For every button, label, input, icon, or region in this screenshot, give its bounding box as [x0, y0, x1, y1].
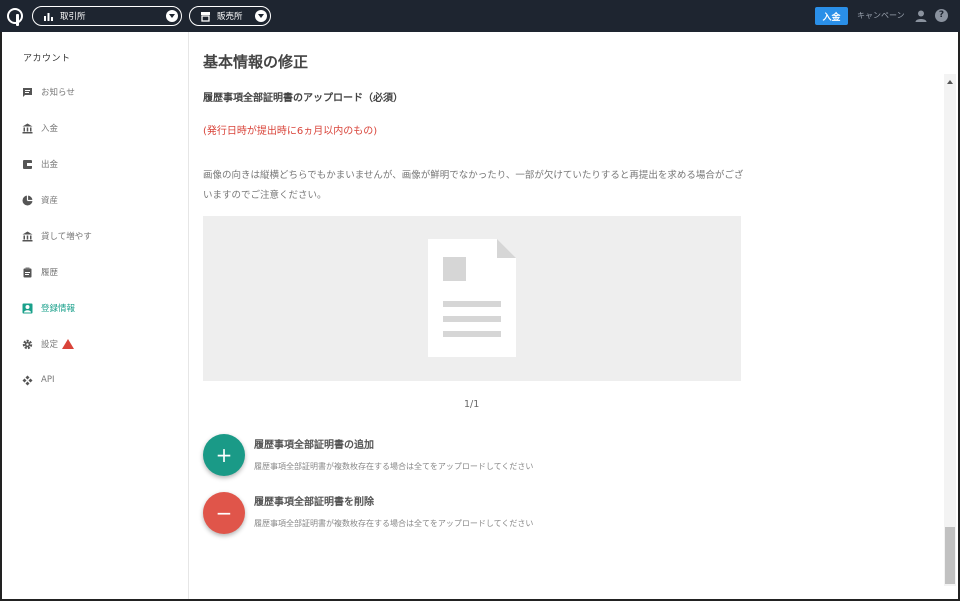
- bank-icon: [22, 123, 33, 133]
- exchange-label: 取引所: [60, 12, 86, 22]
- sidebar-item-lending[interactable]: 貸して増やす: [22, 228, 92, 244]
- validity-note: (発行日時が提出時に6ヵ月以内のもの): [203, 126, 378, 137]
- sidebar-item-label: 入金: [41, 124, 59, 134]
- gear-icon: [22, 339, 33, 349]
- sidebar-item-label: 資産: [41, 196, 59, 206]
- sidebar-item-label: API: [41, 375, 55, 385]
- remove-document-title: 履歴事項全部証明書を削除: [254, 497, 374, 508]
- campaign-link[interactable]: キャンペーン: [857, 10, 905, 21]
- shop-selector[interactable]: 販売所: [189, 6, 271, 26]
- scroll-up-icon[interactable]: [947, 80, 953, 84]
- remove-document-button[interactable]: −: [203, 492, 245, 534]
- scrollbar[interactable]: [944, 74, 956, 586]
- exchange-selector[interactable]: 取引所: [32, 6, 182, 26]
- description-text: 画像の向きは縦横どちらでもかまいませんが、画像が鮮明でなかったり、一部が欠けてい…: [203, 170, 744, 201]
- remove-document-subtitle: 履歴事項全部証明書が複数枚存在する場合は全てをアップロードしてください: [254, 519, 534, 528]
- top-bar: 取引所 販売所 入金 キャンペーン ?: [0, 0, 960, 32]
- sidebar-item-api[interactable]: API: [22, 372, 54, 388]
- sidebar-item-label: 設定: [41, 340, 59, 350]
- deposit-button[interactable]: 入金: [815, 7, 848, 25]
- document-preview[interactable]: [203, 216, 741, 381]
- warning-icon: [62, 339, 75, 349]
- account-box-icon: [22, 303, 33, 313]
- add-document-subtitle: 履歴事項全部証明書が複数枚存在する場合は全てをアップロードしてください: [254, 462, 534, 471]
- sidebar-item-withdraw[interactable]: 出金: [22, 156, 58, 172]
- user-icon[interactable]: [914, 9, 928, 23]
- main-content: 基本情報の修正 履歴事項全部証明書のアップロード（必須） (発行日時が提出時に6…: [190, 32, 958, 599]
- add-document-title: 履歴事項全部証明書の追加: [254, 440, 374, 451]
- sidebar-item-settings[interactable]: 設定: [22, 336, 75, 352]
- store-icon: [201, 11, 210, 22]
- help-icon[interactable]: ?: [935, 9, 948, 22]
- bar-chart-icon: [44, 12, 53, 21]
- clipboard-icon: [23, 267, 32, 277]
- sidebar-item-label: 登録情報: [41, 304, 76, 314]
- sidebar-item-label: お知らせ: [41, 88, 75, 98]
- sidebar-item-notices[interactable]: お知らせ: [22, 84, 75, 100]
- sidebar-item-label: 貸して増やす: [41, 232, 92, 242]
- page-title: 基本情報の修正: [203, 53, 309, 71]
- bank-icon: [22, 231, 33, 241]
- sidebar-item-history[interactable]: 履歴: [22, 264, 58, 280]
- brand-logo-icon[interactable]: [7, 8, 23, 26]
- api-icon: [22, 375, 33, 385]
- chevron-down-icon: [166, 10, 178, 22]
- sidebar-item-deposit[interactable]: 入金: [22, 120, 58, 136]
- wallet-icon: [23, 159, 32, 169]
- sidebar-item-registration[interactable]: 登録情報: [22, 300, 75, 316]
- section-title: 履歴事項全部証明書のアップロード（必須）: [203, 93, 403, 104]
- chevron-down-icon: [255, 10, 267, 22]
- sidebar-item-label: 履歴: [41, 268, 59, 278]
- sidebar-item-assets[interactable]: 資産: [22, 192, 58, 208]
- document-placeholder-icon: [428, 239, 516, 357]
- scrollbar-thumb[interactable]: [945, 527, 955, 584]
- sidebar-title: アカウント: [23, 54, 71, 64]
- add-document-button[interactable]: +: [203, 434, 245, 476]
- message-icon: [23, 87, 32, 97]
- page-count: 1/1: [464, 399, 480, 410]
- sidebar-item-label: 出金: [41, 160, 59, 170]
- pie-icon: [22, 195, 33, 205]
- sidebar: アカウント お知らせ 入金 出金 資産 貸して増やす 履歴 登録情報 設定 AP…: [2, 32, 189, 599]
- shop-label: 販売所: [217, 12, 243, 22]
